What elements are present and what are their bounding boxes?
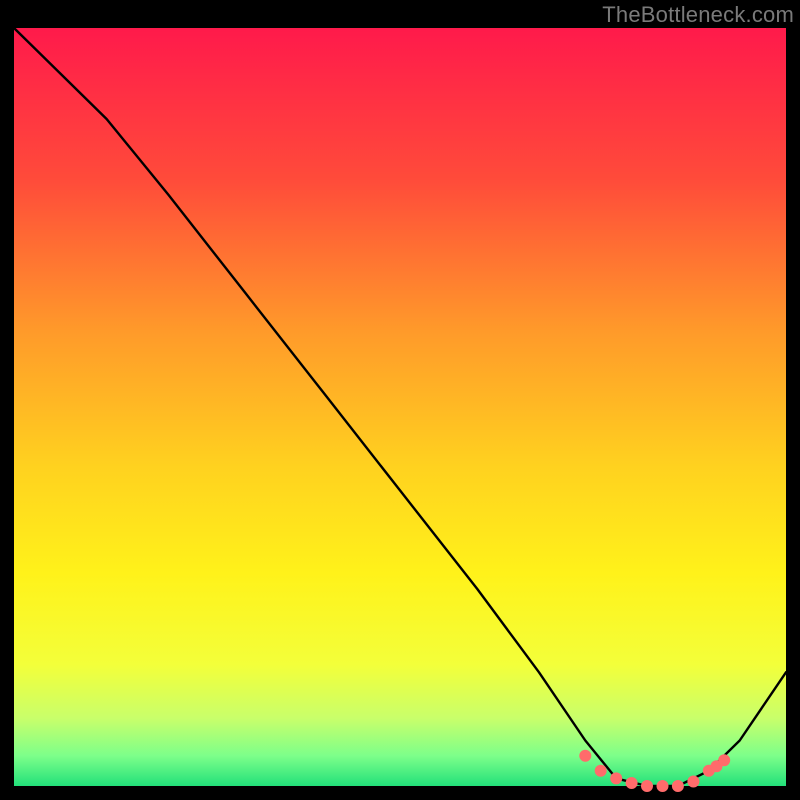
- marker-dot: [610, 772, 622, 784]
- marker-dot: [718, 754, 730, 766]
- watermark-text: TheBottleneck.com: [602, 2, 794, 28]
- plot-background: [14, 28, 786, 786]
- chart-stage: TheBottleneck.com: [0, 0, 800, 800]
- marker-dot: [657, 780, 669, 792]
- marker-dot: [672, 780, 684, 792]
- marker-dot: [641, 780, 653, 792]
- chart-svg: [0, 0, 800, 800]
- marker-dot: [687, 776, 699, 788]
- marker-dot: [595, 765, 607, 777]
- marker-dot: [579, 750, 591, 762]
- marker-dot: [626, 777, 638, 789]
